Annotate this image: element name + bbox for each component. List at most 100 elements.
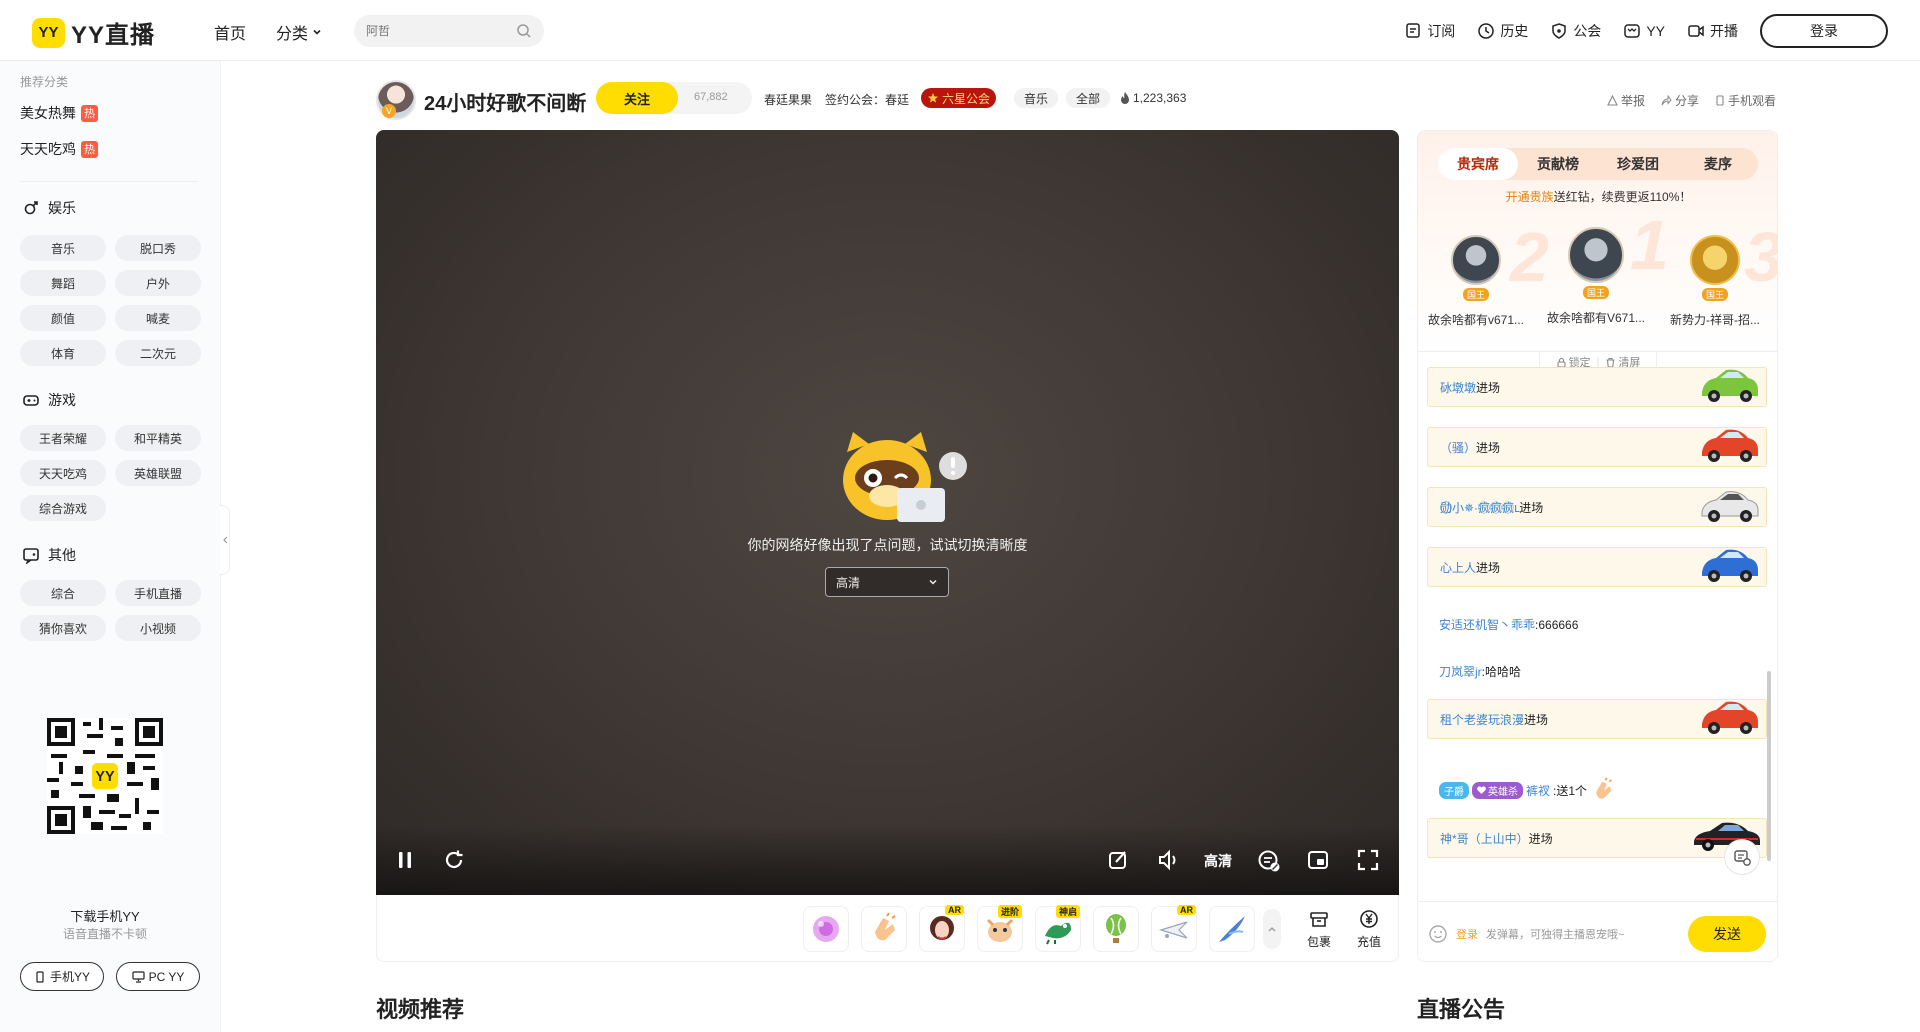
gift-bar: AR 进阶 神启 AR 包裹 充值	[376, 895, 1399, 962]
tab-contribution[interactable]: 贡献榜	[1518, 148, 1598, 180]
king-badge: 国王	[1462, 288, 1489, 301]
gift-item[interactable]: AR	[919, 905, 965, 952]
gift-item[interactable]: 进阶	[977, 905, 1023, 952]
category-chip[interactable]: 户外	[115, 270, 201, 296]
chat-user[interactable]: 租个老婆玩浪漫	[1440, 711, 1524, 728]
category-chip[interactable]: 天天吃鸡	[20, 460, 106, 486]
category-chip[interactable]: 喊麦	[115, 305, 201, 331]
chat-login-link[interactable]: 登录	[1456, 926, 1478, 942]
chat-scrollbar[interactable]	[1767, 671, 1771, 861]
report-link[interactable]: 举报	[1607, 92, 1645, 109]
category-chip[interactable]: 王者荣耀	[20, 425, 106, 451]
search-icon[interactable]	[516, 23, 532, 39]
pip-icon[interactable]	[1307, 849, 1329, 871]
category-chip[interactable]: 舞蹈	[20, 270, 106, 296]
noble-promo[interactable]: 开通贵族送红钻，续费更返110%！	[1418, 188, 1777, 205]
gift-item[interactable]	[1209, 906, 1255, 952]
pause-icon[interactable]	[394, 849, 416, 871]
phone-icon	[1716, 95, 1724, 106]
flame-icon	[1121, 92, 1129, 104]
vip-seat[interactable]: 国王 故余啥都有V671...	[1542, 227, 1650, 326]
chat-input[interactable]: 发弹幕，可独得主播恩宠哦~	[1486, 926, 1624, 942]
chat-entry: 勋⃝⃝小✵·疯⃝疯⃝疯⃝ւ 进场	[1427, 487, 1767, 527]
category-chip[interactable]: 颜值	[20, 305, 106, 331]
logo[interactable]: YY YY直播	[32, 15, 155, 50]
category-chip[interactable]: 二次元	[115, 340, 201, 366]
sidebar-item-recommended-1[interactable]: 天天吃鸡 热	[20, 139, 98, 159]
section-other: 其他	[22, 545, 76, 565]
chat-text: 进场	[1476, 380, 1501, 395]
category-chip[interactable]: 和平精英	[115, 425, 201, 451]
promo-link[interactable]: 开通贵族	[1506, 190, 1554, 204]
refresh-icon[interactable]	[443, 849, 465, 871]
tab-vip[interactable]: 贵宾席	[1438, 148, 1518, 180]
sidebar-collapse-handle[interactable]	[220, 505, 230, 575]
nav-category[interactable]: 分类	[276, 20, 322, 44]
category-chip[interactable]: 综合游戏	[20, 495, 106, 521]
share-link[interactable]: 分享	[1661, 92, 1699, 109]
gift-item[interactable]: 神启	[1035, 905, 1081, 952]
chat-user[interactable]: 刀岚翠jr	[1439, 665, 1482, 679]
subscribe-link[interactable]: 订阅	[1404, 21, 1455, 41]
category-chip[interactable]: 猜你喜欢	[20, 615, 106, 641]
category-chip[interactable]: 英雄联盟	[115, 460, 201, 486]
mobile-yy-button[interactable]: 手机YY	[20, 962, 104, 991]
recharge-label: 充值	[1357, 935, 1382, 949]
guild-tag[interactable]: 六星公会	[921, 88, 997, 108]
gift-expand-button[interactable]	[1263, 909, 1281, 949]
category-chip[interactable]: 综合	[20, 580, 106, 606]
mobile-watch-link[interactable]: 手机观看	[1715, 92, 1776, 109]
follow-button[interactable]: 关注	[596, 82, 678, 114]
signed-guild[interactable]: 签约公会：春廷	[825, 91, 909, 108]
tab-fan-club[interactable]: 珍爱团	[1598, 148, 1678, 180]
sidebar-item-recommended-0[interactable]: 美女热舞 热	[20, 103, 98, 123]
recharge-button[interactable]: 充值	[1357, 909, 1381, 950]
chat-settings-button[interactable]	[1724, 839, 1760, 875]
fullscreen-icon[interactable]	[1357, 849, 1379, 871]
chat-settings-icon	[1734, 850, 1751, 866]
quality-select[interactable]: 高清	[825, 567, 949, 597]
emoji-icon[interactable]	[1428, 924, 1448, 944]
volume-icon[interactable]	[1157, 849, 1181, 871]
chat-user[interactable]: 神*哥（上山中）	[1440, 830, 1529, 847]
chat-user[interactable]: 砅墩墩	[1440, 379, 1476, 396]
chat-user[interactable]: 心上人	[1440, 559, 1476, 576]
tab-mic-queue[interactable]: 麦序	[1678, 148, 1758, 180]
pc-yy-button[interactable]: PC YY	[116, 962, 200, 991]
category-chip[interactable]: 小视频	[115, 615, 201, 641]
gift-badge: 进阶	[997, 905, 1022, 918]
category-chip[interactable]: 脱口秀	[115, 235, 201, 261]
history-link[interactable]: 历史	[1477, 21, 1528, 41]
category-chip[interactable]: 体育	[20, 340, 106, 366]
tag-music[interactable]: 音乐	[1014, 88, 1059, 108]
anchor-name[interactable]: 春廷果果	[764, 91, 812, 108]
search-input[interactable]	[366, 15, 506, 47]
chat-user[interactable]: 裤衩	[1526, 782, 1550, 799]
vip-seat[interactable]: 国王 故余啥都有v671...	[1422, 235, 1530, 328]
video-player[interactable]: 你的网络好像出现了点问题，试试切换清晰度 高清 高清	[376, 130, 1399, 895]
category-chip[interactable]: 音乐	[20, 235, 106, 261]
chat-user[interactable]: 勋⃝⃝小✵·疯⃝疯⃝疯⃝ւ	[1440, 499, 1519, 516]
chat-user[interactable]: （骚）	[1440, 439, 1476, 456]
edit-icon[interactable]	[1107, 849, 1129, 871]
bag-button[interactable]: 包裹	[1307, 909, 1331, 950]
gift-item[interactable]	[861, 906, 907, 952]
gift-item[interactable]	[1093, 906, 1139, 952]
danmaku-icon[interactable]	[1257, 849, 1281, 873]
send-button[interactable]: 发送	[1688, 916, 1766, 952]
tag-all[interactable]: 全部	[1066, 88, 1111, 108]
guild-link[interactable]: 公会	[1550, 21, 1601, 41]
chat-message: 安适还机智丶乖乖:666666	[1439, 616, 1578, 633]
gift-item[interactable]	[803, 906, 849, 952]
category-chip[interactable]: 手机直播	[115, 580, 201, 606]
broadcast-link[interactable]: 开播	[1687, 21, 1738, 41]
king-badge: 国王	[1701, 288, 1728, 301]
quality-toggle[interactable]: 高清	[1204, 851, 1232, 871]
nav-home[interactable]: 首页	[214, 20, 246, 44]
yy-link[interactable]: YY	[1623, 22, 1665, 40]
vip-seat[interactable]: 国王 新势力-祥哥-招...	[1661, 235, 1769, 328]
lock-icon	[1557, 357, 1566, 368]
login-button[interactable]: 登录	[1760, 14, 1888, 48]
chat-user[interactable]: 安适还机智丶乖乖	[1439, 618, 1535, 632]
gift-item[interactable]: AR	[1151, 905, 1197, 952]
